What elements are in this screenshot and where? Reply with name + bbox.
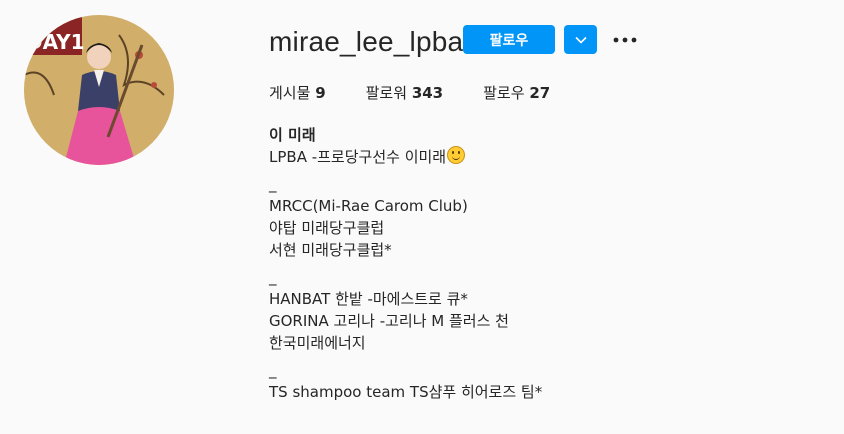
more-options-button[interactable] bbox=[612, 28, 638, 52]
profile-username: mirae_lee_lpba bbox=[269, 26, 464, 57]
avatar-badge-text: DAY1 bbox=[26, 30, 85, 54]
following-count: 27 bbox=[529, 84, 551, 102]
follow-button[interactable]: 팔로우 bbox=[463, 25, 555, 54]
posts-stat: 게시물 9 bbox=[269, 83, 326, 103]
bio-line-text: LPBA -프로당구선수 이미래 bbox=[269, 148, 447, 166]
following-label: 팔로우 bbox=[483, 84, 525, 102]
profile-bio: 이 미래 LPBA -프로당구선수 이미래 _ MRCC(Mi-Rae Caro… bbox=[269, 124, 542, 403]
bio-line: 야탑 미래당구클럽 bbox=[269, 219, 385, 237]
chevron-down-icon bbox=[574, 36, 587, 44]
bio-line: LPBA -프로당구선수 이미래 bbox=[269, 146, 542, 168]
bio-line: HANBAT 한밭 -마에스트로 큐* bbox=[269, 290, 468, 308]
profile-stats: 게시물 9 팔로워 343 팔로우 27 bbox=[269, 83, 590, 103]
bio-line: _ bbox=[269, 175, 277, 193]
smiling-face-emoji-icon bbox=[447, 146, 466, 164]
followers-stat[interactable]: 팔로워 343 bbox=[366, 83, 444, 103]
profile-avatar[interactable]: DAY1 bbox=[24, 15, 174, 165]
bio-line: 한국미래에너지 bbox=[269, 334, 366, 352]
followers-count: 343 bbox=[411, 84, 444, 102]
bio-name: 이 미래 bbox=[269, 126, 316, 144]
following-stat[interactable]: 팔로우 27 bbox=[483, 83, 550, 103]
posts-label: 게시물 bbox=[269, 84, 311, 102]
bio-line: _ bbox=[269, 268, 277, 286]
suggestions-dropdown-button[interactable] bbox=[564, 25, 597, 54]
bio-line: TS shampoo team TS샴푸 히어로즈 팀* bbox=[269, 383, 543, 401]
more-options-icon bbox=[613, 37, 637, 43]
followers-label: 팔로워 bbox=[365, 84, 408, 102]
posts-count: 9 bbox=[315, 84, 326, 102]
bio-line: _ bbox=[269, 361, 277, 379]
bio-line: MRCC(Mi-Rae Carom Club) bbox=[269, 197, 468, 215]
bio-line: 서현 미래당구클럽* bbox=[269, 241, 392, 259]
bio-line: GORINA 고리나 -고리나 M 플러스 천 bbox=[269, 312, 509, 330]
